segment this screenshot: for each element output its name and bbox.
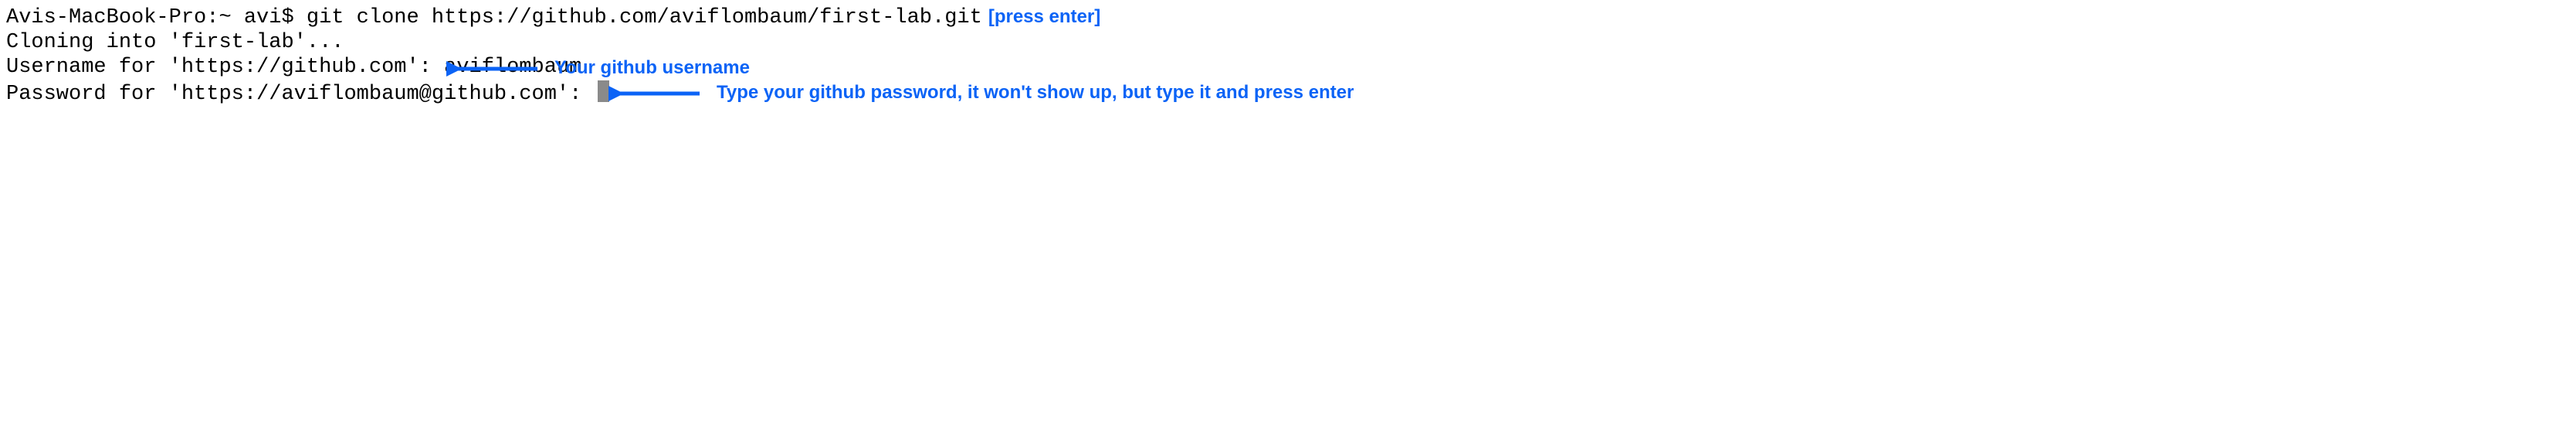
username-prompt: Username for 'https://github.com': xyxy=(6,56,444,79)
terminal-line-1: Avis-MacBook-Pro:~ avi$ git clone https:… xyxy=(6,6,2570,31)
terminal-line-3: Username for 'https://github.com': avifl… xyxy=(6,56,2570,80)
password-prompt: Password for 'https://aviflombaum@github… xyxy=(6,83,595,106)
arrow-username-icon xyxy=(446,59,539,79)
press-enter-annotation: [press enter] xyxy=(988,6,1100,27)
shell-prompt: Avis-MacBook-Pro:~ avi$ xyxy=(6,6,307,29)
terminal-line-4: Password for 'https://aviflombaum@github… xyxy=(6,80,2570,107)
arrow-password-icon xyxy=(608,83,701,104)
password-hint-annotation: Type your github password, it won't show… xyxy=(717,82,1354,104)
terminal-cursor-icon xyxy=(598,80,609,102)
cloning-output: Cloning into 'first-lab'... xyxy=(6,31,344,54)
git-clone-command: git clone https://github.com/aviflombaum… xyxy=(307,6,982,29)
username-hint-annotation: Your github username xyxy=(554,57,750,79)
terminal-line-2: Cloning into 'first-lab'... xyxy=(6,31,2570,56)
